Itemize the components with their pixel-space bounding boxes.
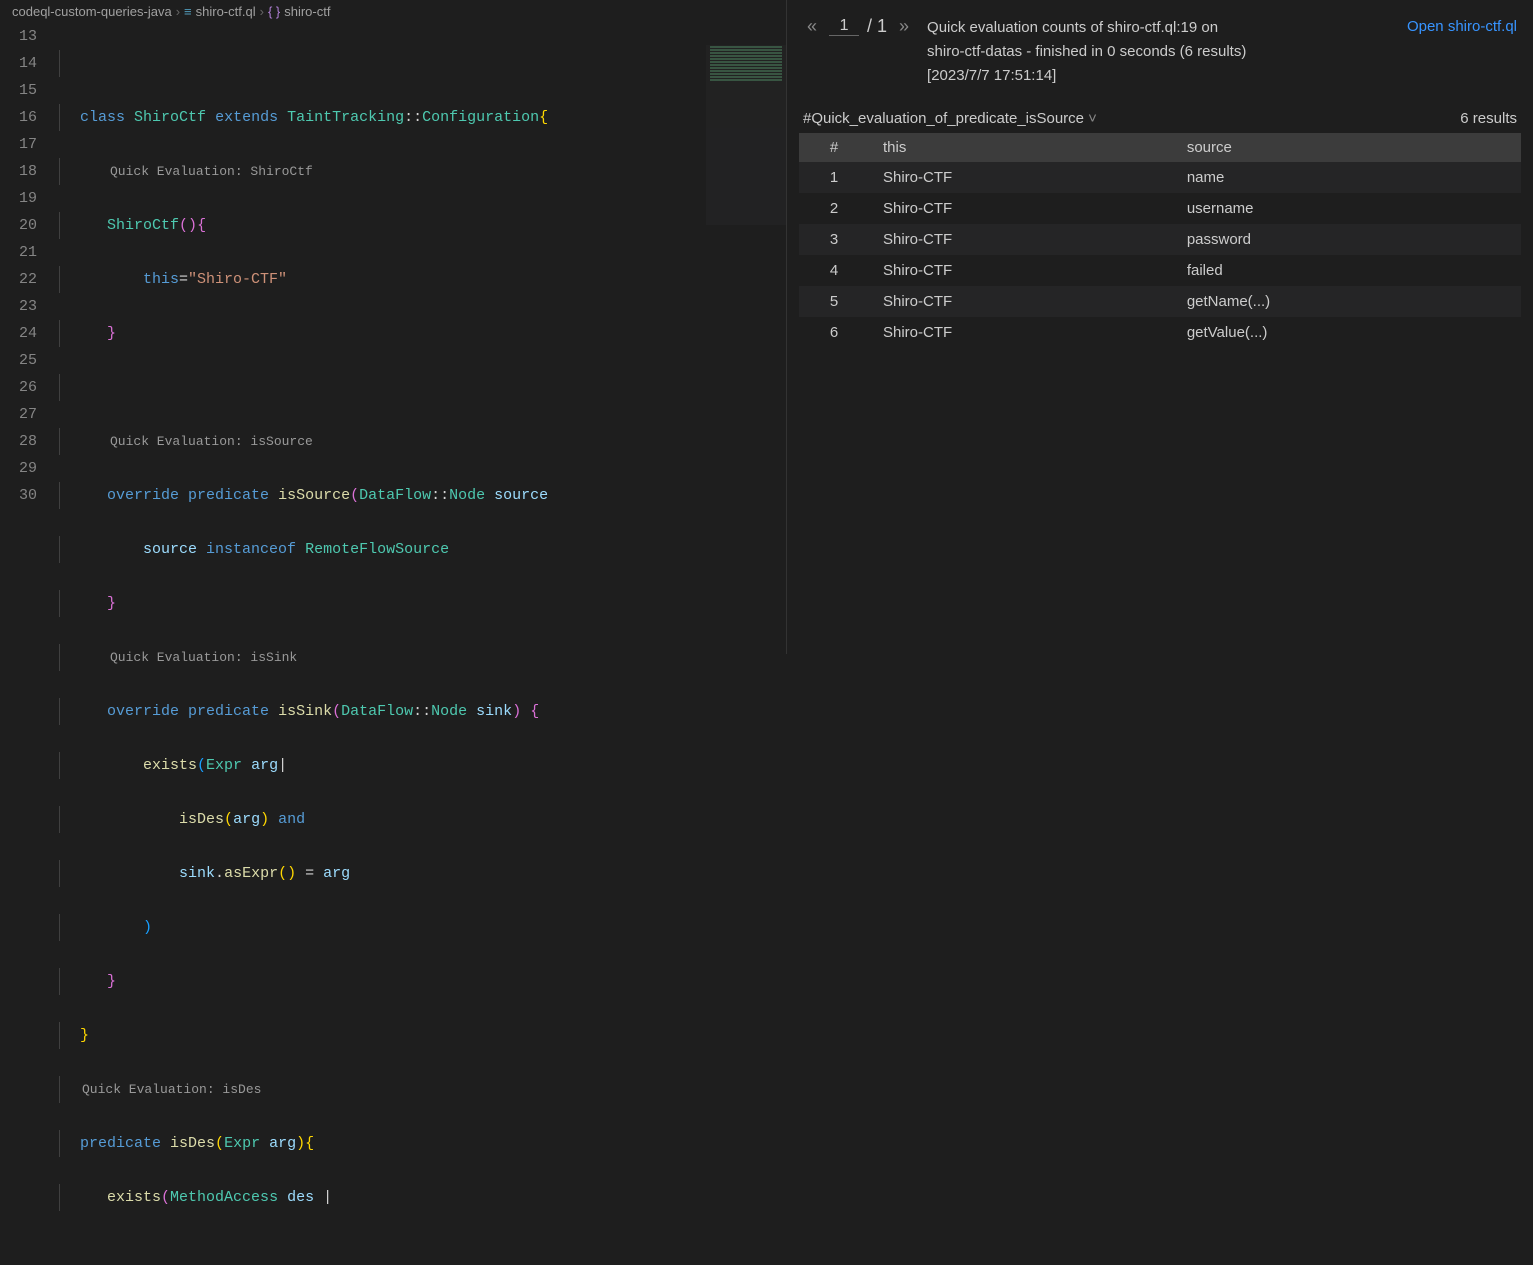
minimap[interactable] (706, 45, 786, 225)
breadcrumb-folder[interactable]: codeql-custom-queries-java (12, 4, 172, 19)
cell-index: 3 (799, 224, 869, 255)
code-area[interactable]: class ShiroCtf extends TaintTracking::Co… (55, 23, 786, 1265)
pager-total: / 1 (867, 16, 887, 37)
table-row[interactable]: 4Shiro-CTFfailed (799, 255, 1521, 286)
cell-this: Shiro-CTF (869, 317, 1173, 348)
breadcrumb-file[interactable]: shiro-ctf.ql (196, 4, 256, 19)
predicate-dropdown[interactable]: #Quick_evaluation_of_predicate_isSource (803, 110, 1097, 127)
cell-index: 6 (799, 317, 869, 348)
breadcrumb-symbol[interactable]: shiro-ctf (284, 4, 330, 19)
table-row[interactable]: 1Shiro-CTFname (799, 162, 1521, 193)
cell-source[interactable]: getValue(...) (1173, 317, 1521, 348)
pager: « / 1 » (803, 16, 913, 37)
cell-this: Shiro-CTF (869, 193, 1173, 224)
table-header-row: # this source (799, 133, 1521, 162)
codelens-shiroctf[interactable]: Quick Evaluation: ShiroCtf (59, 158, 786, 185)
editor-body[interactable]: 13 14 15 16 17 18 19 20 21 22 23 24 25 2… (0, 23, 786, 1265)
results-summary: Quick evaluation counts of shiro-ctf.ql:… (927, 16, 1393, 88)
cell-index: 4 (799, 255, 869, 286)
results-pane: « / 1 » Quick evaluation counts of shiro… (786, 0, 1533, 654)
pager-current-input[interactable] (829, 17, 859, 36)
codelens-isdes[interactable]: Quick Evaluation: isDes (59, 1076, 786, 1103)
cell-index: 2 (799, 193, 869, 224)
cell-this: Shiro-CTF (869, 286, 1173, 317)
pager-prev-icon[interactable]: « (803, 16, 821, 37)
codelens-issink[interactable]: Quick Evaluation: isSink (59, 644, 786, 671)
editor-pane: codeql-custom-queries-java › ≡ shiro-ctf… (0, 0, 786, 654)
cell-source[interactable]: failed (1173, 255, 1521, 286)
cell-this: Shiro-CTF (869, 255, 1173, 286)
cell-source[interactable]: getName(...) (1173, 286, 1521, 317)
table-row[interactable]: 6Shiro-CTFgetValue(...) (799, 317, 1521, 348)
cell-this: Shiro-CTF (869, 224, 1173, 255)
cell-this: Shiro-CTF (869, 162, 1173, 193)
table-row[interactable]: 3Shiro-CTFpassword (799, 224, 1521, 255)
cell-source[interactable]: name (1173, 162, 1521, 193)
results-header: « / 1 » Quick evaluation counts of shiro… (799, 8, 1521, 104)
table-row[interactable]: 2Shiro-CTFusername (799, 193, 1521, 224)
open-file-link[interactable]: Open shiro-ctf.ql (1407, 16, 1517, 37)
cell-source[interactable]: username (1173, 193, 1521, 224)
cell-index: 1 (799, 162, 869, 193)
col-source[interactable]: source (1173, 133, 1521, 162)
file-icon: ≡ (184, 4, 192, 19)
breadcrumb[interactable]: codeql-custom-queries-java › ≡ shiro-ctf… (0, 0, 786, 23)
pager-next-icon[interactable]: » (895, 16, 913, 37)
predicate-row: #Quick_evaluation_of_predicate_isSource … (799, 104, 1521, 133)
line-gutter: 13 14 15 16 17 18 19 20 21 22 23 24 25 2… (0, 23, 55, 1265)
chevron-right-icon: › (260, 4, 264, 19)
results-table: # this source 1Shiro-CTFname2Shiro-CTFus… (799, 133, 1521, 348)
table-row[interactable]: 5Shiro-CTFgetName(...) (799, 286, 1521, 317)
cell-source[interactable]: password (1173, 224, 1521, 255)
cell-index: 5 (799, 286, 869, 317)
codelens-issource[interactable]: Quick Evaluation: isSource (59, 428, 786, 455)
col-index[interactable]: # (799, 133, 869, 162)
result-count: 6 results (1460, 110, 1517, 127)
chevron-right-icon: › (176, 4, 180, 19)
col-this[interactable]: this (869, 133, 1173, 162)
symbol-icon: { } (268, 4, 280, 19)
